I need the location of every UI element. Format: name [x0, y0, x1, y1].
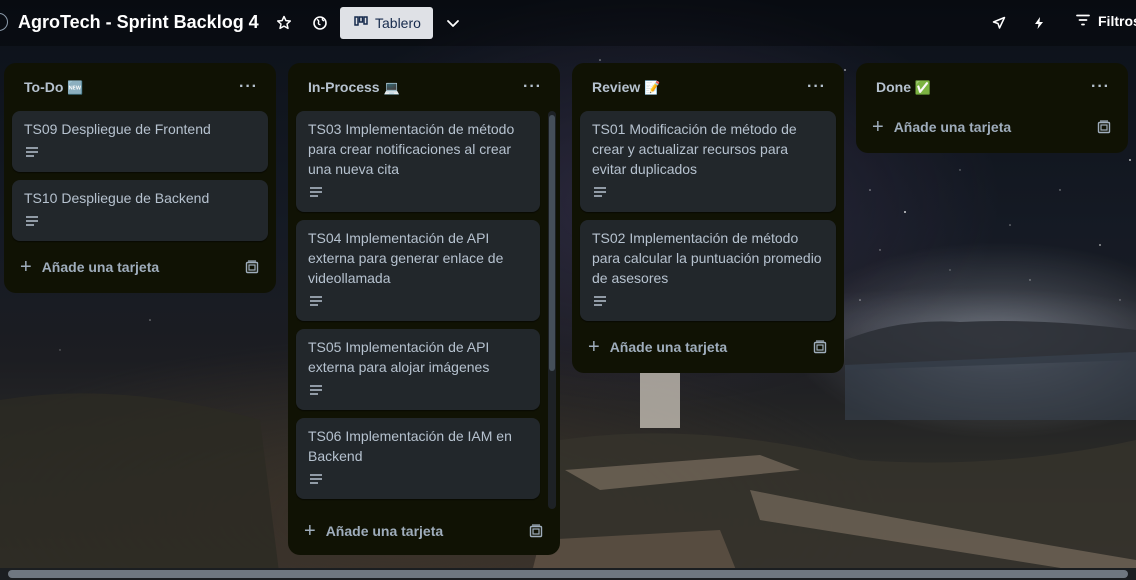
list-in-process[interactable]: In-Process 💻 ··· TS03 Implementación de …: [288, 63, 560, 555]
board-title[interactable]: AgroTech - Sprint Backlog 4: [18, 12, 259, 33]
add-card-row: + Añade una tarjeta: [856, 109, 1128, 145]
new-icon: 🆕: [67, 80, 84, 96]
add-card-button[interactable]: + Añade una tarjeta: [588, 336, 727, 358]
description-icon: [310, 474, 322, 484]
add-card-button[interactable]: + Añade una tarjeta: [20, 256, 159, 278]
card-title: TS05 Implementación de API externa para …: [308, 339, 490, 375]
list-header: To-Do 🆕 ···: [4, 63, 276, 111]
card-title: TS03 Implementación de método para crear…: [308, 121, 515, 177]
board-scrollbar-thumb[interactable]: [8, 570, 1128, 578]
filters-button[interactable]: Filtros: [1076, 13, 1136, 29]
list-header: Review 📝 ···: [572, 63, 844, 111]
card[interactable]: TS03 Implementación de método para crear…: [296, 111, 540, 212]
template-icon[interactable]: [812, 339, 828, 355]
card-title: TS04 Implementación de API externa para …: [308, 230, 504, 286]
more-icon[interactable]: ···: [1091, 78, 1116, 96]
board-horizontal-scrollbar[interactable]: [0, 568, 1136, 580]
card-title: TS02 Implementación de método para calcu…: [592, 230, 822, 286]
list-title[interactable]: Review 📝: [592, 79, 660, 96]
chevron-down-icon[interactable]: [441, 11, 465, 35]
card[interactable]: TS09 Despliegue de Frontend: [12, 111, 268, 172]
description-icon: [310, 296, 322, 306]
card[interactable]: TS10 Despliegue de Backend: [12, 180, 268, 241]
workspace-toggle-icon[interactable]: [0, 13, 8, 31]
memo-icon: 📝: [644, 80, 661, 96]
card-title: TS06 Implementación de IAM en Backend: [308, 428, 512, 464]
add-card-row: + Añade una tarjeta: [288, 513, 560, 549]
list-header: In-Process 💻 ···: [288, 63, 560, 111]
plus-icon: +: [20, 256, 32, 278]
card[interactable]: TS04 Implementación de API externa para …: [296, 220, 540, 321]
board-view-button[interactable]: Tablero: [340, 7, 433, 39]
list-header: Done ✅ ···: [856, 63, 1128, 111]
star-icon[interactable]: [272, 11, 296, 35]
check-mark-icon: ✅: [914, 80, 932, 96]
description-icon: [26, 216, 38, 226]
list-scrollbar[interactable]: [548, 111, 556, 509]
card-title: TS01 Modificación de método de crear y a…: [592, 121, 797, 177]
filter-icon: [1076, 13, 1090, 29]
template-icon[interactable]: [244, 259, 260, 275]
list-title[interactable]: Done ✅: [876, 79, 931, 96]
more-icon[interactable]: ···: [239, 78, 264, 96]
list-done[interactable]: Done ✅ ··· + Añade una tarjeta: [856, 63, 1128, 153]
add-card-button[interactable]: + Añade una tarjeta: [304, 520, 443, 542]
description-icon: [310, 385, 322, 395]
template-icon[interactable]: [1096, 119, 1112, 135]
add-card-row: + Añade una tarjeta: [572, 329, 844, 365]
description-icon: [310, 187, 322, 197]
description-icon: [594, 187, 606, 197]
list-title[interactable]: In-Process 💻: [308, 79, 400, 96]
filters-label: Filtros: [1098, 13, 1136, 29]
board-view-label: Tablero: [375, 15, 421, 31]
board-view-icon: [353, 14, 369, 33]
board-header: AgroTech - Sprint Backlog 4 Tablero Filt…: [0, 0, 1136, 46]
laptop-icon: 💻: [383, 80, 400, 96]
list-to-do[interactable]: To-Do 🆕 ··· TS09 Despliegue de Frontend …: [4, 63, 276, 293]
card-title: TS09 Despliegue de Frontend: [24, 121, 211, 137]
description-icon: [594, 296, 606, 306]
rocket-icon[interactable]: [987, 11, 1011, 35]
description-icon: [26, 147, 38, 157]
card[interactable]: TS06 Implementación de IAM en Backend: [296, 418, 540, 499]
list-scrollbar-thumb[interactable]: [549, 115, 555, 371]
add-card-button[interactable]: + Añade una tarjeta: [872, 116, 1011, 138]
plus-icon: +: [588, 336, 600, 358]
more-icon[interactable]: ···: [807, 78, 832, 96]
card[interactable]: TS02 Implementación de método para calcu…: [580, 220, 836, 321]
card-title: TS10 Despliegue de Backend: [24, 190, 210, 206]
template-icon[interactable]: [528, 523, 544, 539]
more-icon[interactable]: ···: [523, 78, 548, 96]
list-title[interactable]: To-Do 🆕: [24, 79, 83, 96]
card[interactable]: TS01 Modificación de método de crear y a…: [580, 111, 836, 212]
globe-icon[interactable]: [308, 11, 332, 35]
plus-icon: +: [304, 520, 316, 542]
list-review[interactable]: Review 📝 ··· TS01 Modificación de método…: [572, 63, 844, 373]
lightning-icon[interactable]: [1027, 11, 1051, 35]
plus-icon: +: [872, 116, 884, 138]
card[interactable]: TS05 Implementación de API externa para …: [296, 329, 540, 410]
add-card-row: + Añade una tarjeta: [4, 249, 276, 285]
